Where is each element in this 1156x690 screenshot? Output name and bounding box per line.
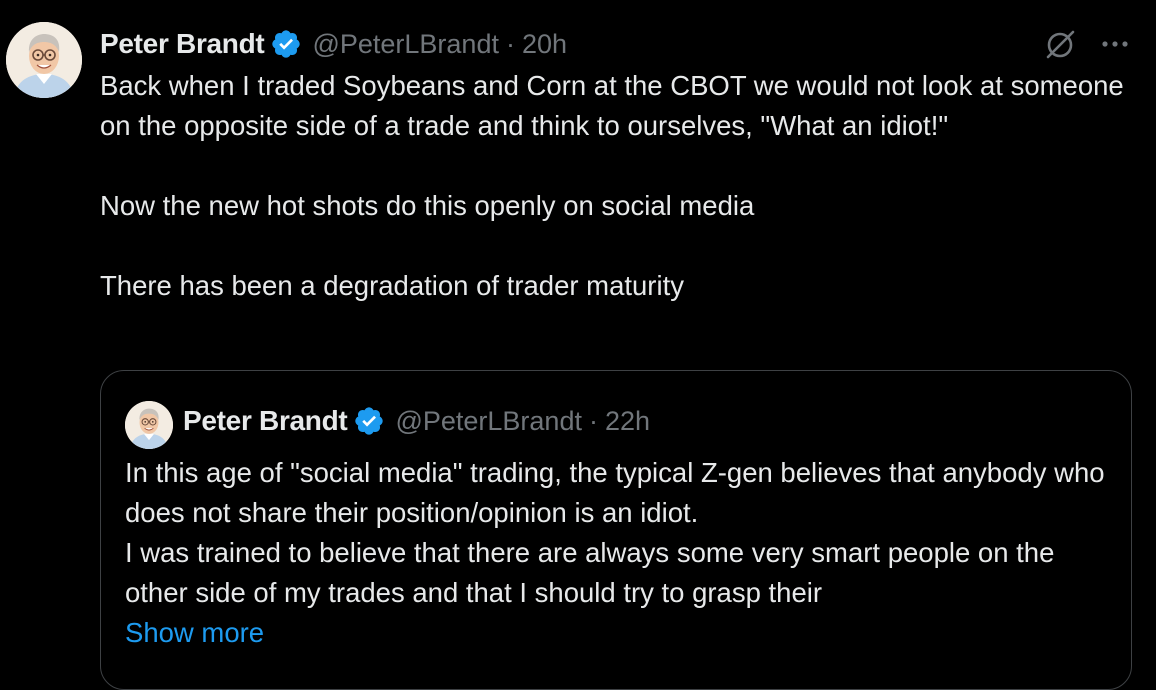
tweet-timestamp[interactable]: 20h xyxy=(522,29,567,60)
quoted-tweet-line: In this age of "social media" trading, t… xyxy=(125,457,1105,528)
tweet-text: Back when I traded Soybeans and Corn at … xyxy=(100,66,1130,306)
author-handle[interactable]: @PeterLBrandt xyxy=(312,29,499,60)
quoted-author-avatar[interactable] xyxy=(125,401,173,449)
tweet-paragraph: Back when I traded Soybeans and Corn at … xyxy=(100,70,1124,141)
quoted-tweet-line: I was trained to believe that there are … xyxy=(125,537,1055,608)
quoted-tweet-header: Peter Brandt @PeterLBrandt · 22h xyxy=(183,401,650,441)
show-more-link[interactable]: Show more xyxy=(125,613,264,653)
tweet-paragraph: There has been a degradation of trader m… xyxy=(100,270,684,301)
verified-badge-icon xyxy=(353,405,385,437)
grok-icon[interactable] xyxy=(1043,28,1077,62)
verified-badge-icon[interactable] xyxy=(270,28,302,60)
more-icon[interactable] xyxy=(1098,30,1132,58)
quoted-tweet-card[interactable]: Peter Brandt @PeterLBrandt · 22h In this… xyxy=(100,370,1132,690)
quoted-author-handle[interactable]: @PeterLBrandt xyxy=(395,406,582,437)
tweet: Peter Brandt @PeterLBrandt · 20h Back wh… xyxy=(0,0,1156,690)
header-separator: · xyxy=(588,405,598,436)
quoted-tweet-timestamp[interactable]: 22h xyxy=(605,406,650,437)
tweet-paragraph: Now the new hot shots do this openly on … xyxy=(100,190,755,221)
author-avatar[interactable] xyxy=(6,22,82,98)
tweet-header: Peter Brandt @PeterLBrandt · 20h xyxy=(100,24,567,64)
header-separator: · xyxy=(505,28,515,59)
quoted-tweet-text: In this age of "social media" trading, t… xyxy=(125,453,1115,613)
quoted-author-name[interactable]: Peter Brandt xyxy=(183,405,348,437)
author-name[interactable]: Peter Brandt xyxy=(100,28,265,60)
